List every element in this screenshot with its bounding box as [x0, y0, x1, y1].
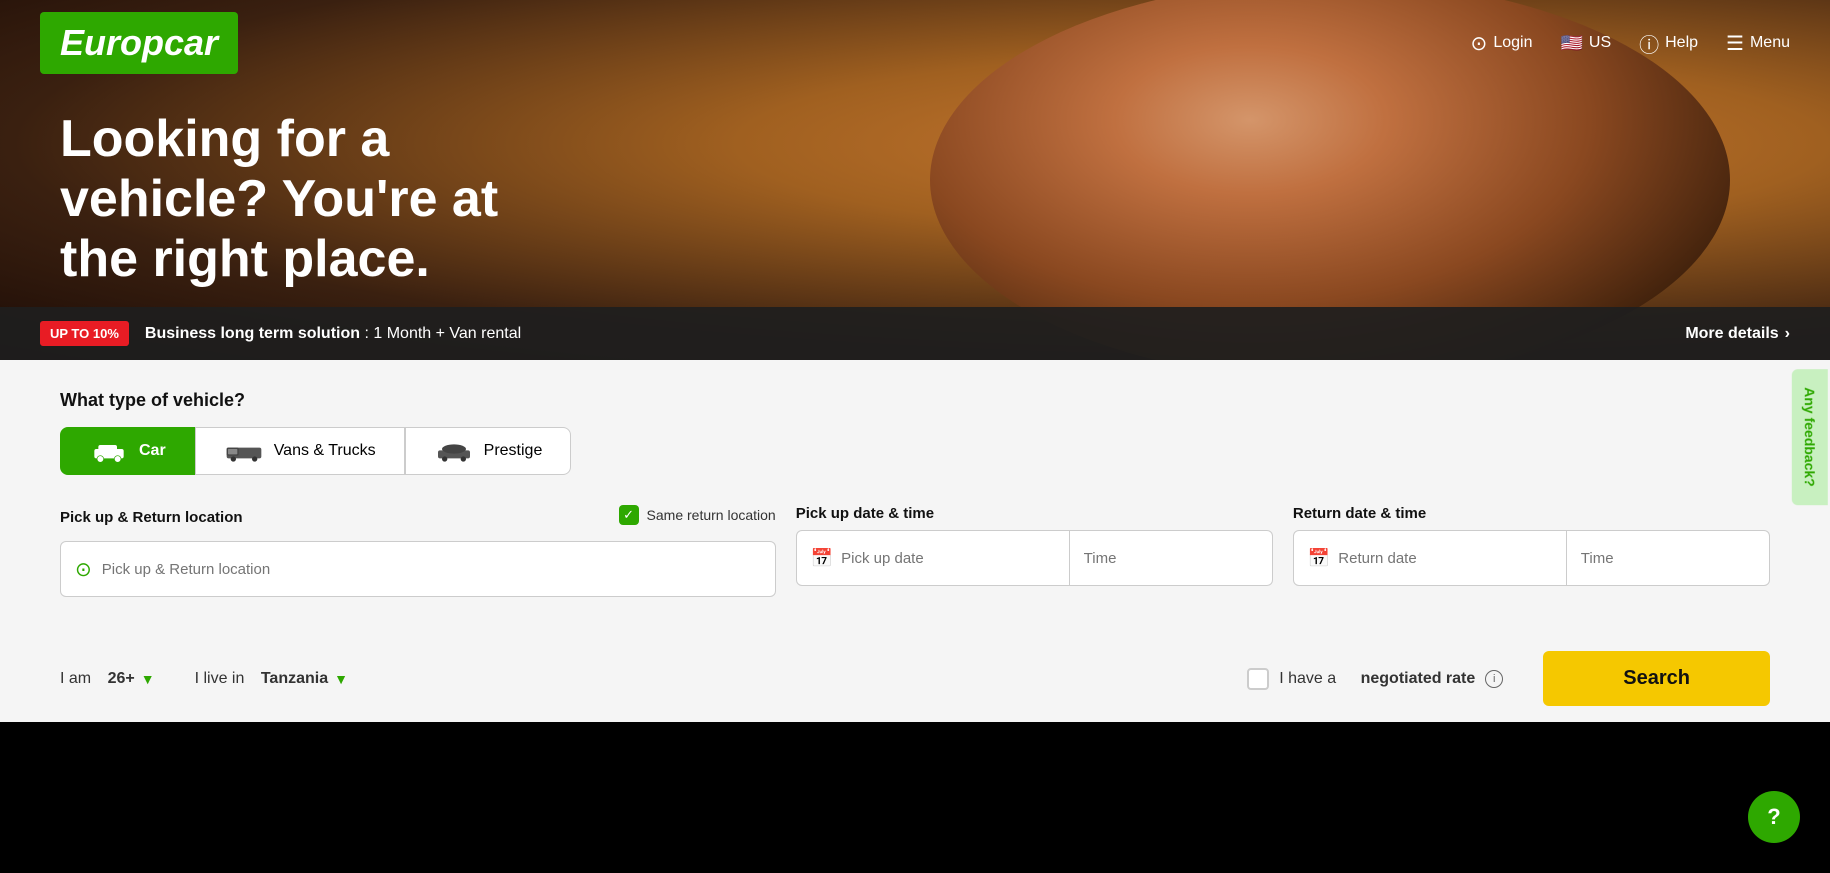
promo-text-detail: : 1 Month + Van rental	[360, 325, 521, 342]
logo[interactable]: Europcar	[40, 12, 238, 74]
pickup-date-inputs: 📅	[796, 530, 1273, 586]
tab-car[interactable]: Car	[60, 427, 195, 475]
van-icon	[224, 440, 264, 462]
calendar-icon: 📅	[811, 548, 833, 569]
age-selector[interactable]: I am 26+ ▼	[60, 670, 155, 688]
return-time-wrapper[interactable]	[1567, 530, 1770, 586]
search-button[interactable]: Search	[1543, 651, 1770, 706]
return-date-wrapper[interactable]: 📅	[1293, 530, 1567, 586]
navbar: Europcar ⊙ Login 🇺🇸 US ⓘ Help ☰ Menu	[0, 0, 1830, 86]
help-bubble[interactable]: ?	[1748, 791, 1800, 843]
user-icon: ⊙	[1471, 31, 1488, 56]
promo-banner: UP TO 10% Business long term solution : …	[0, 307, 1830, 360]
return-date-inputs: 📅	[1293, 530, 1770, 586]
promo-badge: UP TO 10%	[40, 321, 129, 346]
hero-section: Europcar ⊙ Login 🇺🇸 US ⓘ Help ☰ Menu Loo…	[0, 0, 1830, 360]
help-button[interactable]: ⓘ Help	[1639, 29, 1698, 58]
country-selector[interactable]: 🇺🇸 US	[1560, 33, 1611, 54]
return-date-input[interactable]	[1338, 550, 1552, 567]
location-pin-icon: ⊙	[75, 557, 92, 582]
same-return-label: Same return location	[647, 507, 776, 523]
pickup-date-wrapper[interactable]: 📅	[796, 530, 1070, 586]
booking-section: What type of vehicle? Car Vans & Trucks	[0, 360, 1830, 627]
hero-text: Looking for a vehicle? You're at the rig…	[60, 110, 580, 289]
chevron-right-icon: ›	[1785, 325, 1790, 343]
calendar-return-icon: 📅	[1308, 548, 1330, 569]
location-label-row: Pick up & Return location ✓ Same return …	[60, 505, 776, 529]
age-chevron-icon: ▼	[141, 671, 155, 687]
pickup-date-label: Pick up date & time	[796, 505, 1273, 522]
promo-more-label: More details	[1685, 325, 1778, 343]
help-label: Help	[1665, 34, 1698, 52]
promo-more-button[interactable]: More details ›	[1685, 325, 1790, 343]
tab-vans[interactable]: Vans & Trucks	[195, 427, 405, 475]
location-group: Pick up & Return location ✓ Same return …	[60, 505, 776, 597]
booking-form-row: Pick up & Return location ✓ Same return …	[60, 505, 1770, 597]
negotiated-row: I have a negotiated rate i	[1247, 668, 1503, 690]
same-return-row: ✓ Same return location	[619, 505, 776, 525]
promo-text-bold: Business long term solution	[145, 325, 360, 342]
pickup-time-input[interactable]	[1084, 550, 1258, 567]
pickup-location-input[interactable]	[102, 561, 761, 578]
age-prefix: I am	[60, 670, 91, 688]
country-prefix: I live in	[195, 670, 245, 688]
help-bubble-symbol: ?	[1767, 804, 1780, 830]
tab-vans-label: Vans & Trucks	[274, 442, 376, 460]
bottom-row: I am 26+ ▼ I live in Tanzania ▼ I have a…	[0, 627, 1830, 722]
tab-prestige[interactable]: Prestige	[405, 427, 572, 475]
vehicle-tabs: Car Vans & Trucks Prestige	[60, 427, 1770, 475]
car-icon	[89, 440, 129, 462]
vehicle-question: What type of vehicle?	[60, 390, 1770, 411]
feedback-tab[interactable]: Any feedback?	[1792, 369, 1828, 505]
menu-label: Menu	[1750, 34, 1790, 52]
flag-icon: 🇺🇸	[1560, 33, 1582, 54]
hero-headline: Looking for a vehicle? You're at the rig…	[60, 110, 580, 289]
hamburger-icon: ☰	[1726, 31, 1744, 56]
tab-prestige-label: Prestige	[484, 442, 543, 460]
return-date-label: Return date & time	[1293, 505, 1770, 522]
pickup-location-input-wrapper[interactable]: ⊙	[60, 541, 776, 597]
negotiated-bold: negotiated rate	[1361, 670, 1476, 688]
promo-text: Business long term solution : 1 Month + …	[145, 325, 521, 343]
nav-right: ⊙ Login 🇺🇸 US ⓘ Help ☰ Menu	[1471, 29, 1790, 58]
tab-car-label: Car	[139, 442, 166, 460]
country-code: US	[1589, 34, 1611, 52]
country-selector-bottom[interactable]: I live in Tanzania ▼	[195, 670, 348, 688]
pickup-date-input[interactable]	[841, 550, 1055, 567]
return-time-input[interactable]	[1581, 550, 1755, 567]
negotiated-checkbox[interactable]	[1247, 668, 1269, 690]
return-date-group: Return date & time 📅	[1293, 505, 1770, 586]
login-label: Login	[1493, 34, 1532, 52]
age-value: 26+	[108, 670, 135, 688]
prestige-car-icon	[434, 440, 474, 462]
login-button[interactable]: ⊙ Login	[1471, 31, 1533, 56]
promo-left: UP TO 10% Business long term solution : …	[40, 321, 521, 346]
country-value: Tanzania	[261, 670, 328, 688]
country-chevron-icon: ▼	[334, 671, 348, 687]
info-icon: ⓘ	[1639, 29, 1659, 58]
pickup-time-wrapper[interactable]	[1070, 530, 1273, 586]
pickup-location-label: Pick up & Return location	[60, 509, 243, 526]
negotiated-label: I have a	[1279, 670, 1336, 688]
negotiated-info-icon[interactable]: i	[1485, 670, 1503, 688]
brand-name: Europcar	[60, 22, 218, 64]
pickup-date-group: Pick up date & time 📅	[796, 505, 1273, 586]
menu-button[interactable]: ☰ Menu	[1726, 31, 1790, 56]
feedback-label: Any feedback?	[1802, 387, 1818, 487]
same-return-checkbox[interactable]: ✓	[619, 505, 639, 525]
